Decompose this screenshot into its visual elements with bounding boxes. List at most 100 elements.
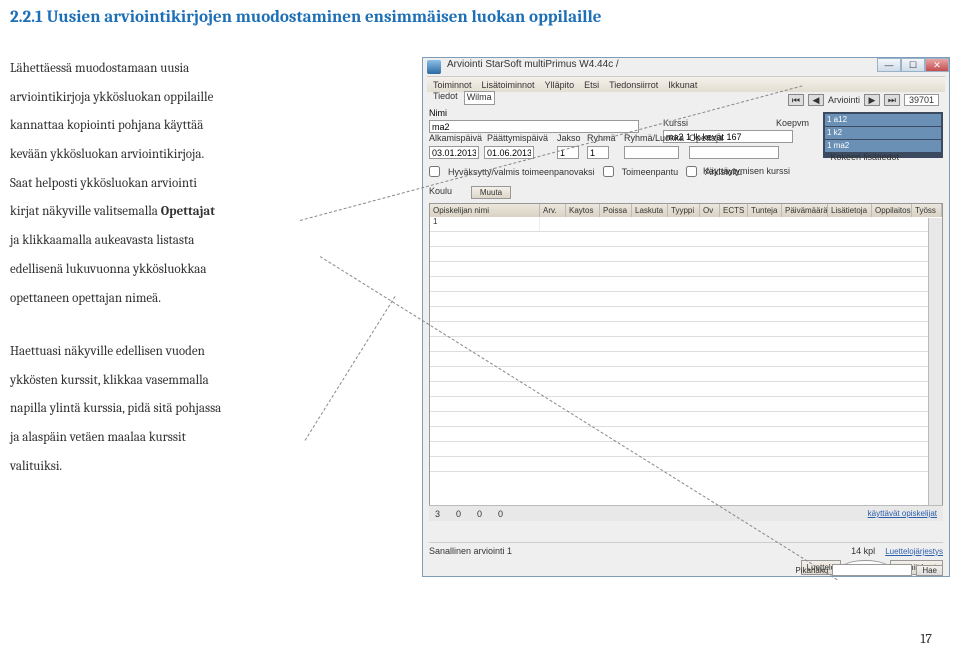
grades-table: Opiskelijan nimi Arv. Kaytos Poissa Lask… — [429, 203, 943, 521]
menu-item[interactable]: Lisätoiminnot — [482, 77, 535, 92]
th[interactable]: Opiskelijan nimi — [430, 204, 540, 217]
hae-button[interactable]: Hae — [916, 565, 943, 576]
table-header: Opiskelijan nimi Arv. Kaytos Poissa Lask… — [430, 204, 942, 217]
luettelojarjestys-link[interactable]: Luettelojärjestys — [885, 547, 943, 556]
para-line: opettaneen opettajan nimeä. — [10, 287, 410, 312]
vertical-scrollbar[interactable] — [928, 218, 942, 520]
rl-label: Ryhmä/Luokka — [624, 133, 684, 143]
para-line: ykkösten kurssit, klikkaa vasemmalla — [10, 369, 410, 394]
menu-item[interactable]: Etsi — [584, 77, 599, 92]
th[interactable]: Arv. — [540, 204, 566, 217]
para-text: kirjat näkyville valitsemalla — [10, 204, 161, 219]
table-row[interactable] — [430, 307, 942, 322]
app-screenshot: Arviointi StarSoft multiPrimus W4.44c / … — [422, 57, 950, 577]
menu-bar: Toiminnot Lisätoiminnot Ylläpito Etsi Ti… — [427, 76, 945, 92]
table-row[interactable] — [430, 352, 942, 367]
th[interactable]: Kaytos — [566, 204, 600, 217]
window-buttons: — ☐ ✕ — [877, 58, 949, 72]
pikahaku-input[interactable] — [832, 564, 912, 576]
table-row[interactable] — [430, 247, 942, 262]
app-icon — [427, 60, 441, 74]
koklisa-label: Kokeen lisätiedot — [830, 152, 899, 162]
th[interactable]: Ov — [700, 204, 720, 217]
nav-next-icon[interactable]: ▶ — [864, 94, 880, 106]
chk-hyvaksytty[interactable] — [429, 166, 440, 177]
nav-last-icon[interactable]: ⏭ — [884, 94, 900, 106]
para-line: kevään ykkösluokan arviointikirjoja. — [10, 143, 410, 168]
nav-prev-icon[interactable]: ◀ — [808, 94, 824, 106]
th[interactable]: Päivämäärä — [782, 204, 828, 217]
chk-arkistoitu[interactable] — [686, 166, 697, 177]
th[interactable]: Poissa — [600, 204, 632, 217]
table-row[interactable] — [430, 277, 942, 292]
window-title: Arviointi StarSoft multiPrimus W4.44c / — [447, 59, 619, 70]
th[interactable]: Oppilaitos — [872, 204, 912, 217]
subtab-tiedot[interactable]: Tiedot — [433, 91, 458, 105]
table-row[interactable] — [430, 367, 942, 382]
th[interactable]: Työss — [912, 204, 942, 217]
alkmp-label: Alkamispäivä — [429, 133, 482, 143]
nav-first-icon[interactable]: ⏮ — [788, 94, 804, 106]
ryhma-input[interactable] — [587, 146, 609, 159]
nimi-input[interactable] — [429, 120, 639, 133]
arviointi-label: Arviointi — [828, 95, 860, 105]
status-num: 0 — [477, 509, 482, 519]
th[interactable]: ECTS — [720, 204, 748, 217]
para-line: Saat helposti ykkösluokan arviointi — [10, 172, 410, 197]
rl-input[interactable] — [624, 146, 679, 159]
table-row[interactable] — [430, 427, 942, 442]
nimi-label: Nimi — [429, 108, 447, 118]
koulu-label: Koulu — [429, 186, 452, 196]
maximize-button[interactable]: ☐ — [901, 58, 925, 72]
checkbox-row: Hyväksytty/valmis toimeenpanovaksi Toime… — [429, 166, 742, 177]
jakso-label: Jakso — [557, 133, 581, 143]
subtab-wilma[interactable]: Wilma — [464, 91, 495, 105]
class-row[interactable]: 1 ma2 — [825, 140, 941, 152]
class-row[interactable]: 1 k2 — [825, 127, 941, 139]
arviointi-count: 39701 — [904, 94, 939, 106]
table-row[interactable] — [430, 442, 942, 457]
status-num: 3 — [435, 509, 440, 519]
table-row[interactable] — [430, 262, 942, 277]
th[interactable]: Laskuta — [632, 204, 668, 217]
chk2-label: Toimeenpantu — [622, 167, 679, 177]
chk-toimeenpantu[interactable] — [603, 166, 614, 177]
th[interactable]: Lisätietoja — [828, 204, 872, 217]
para-line: arviointikirjoja ykkösluokan oppilaille — [10, 86, 410, 111]
body-text-column: Lähettäessä muodostamaan uusia arviointi… — [10, 57, 410, 577]
menu-item[interactable]: Ikkunat — [668, 77, 697, 92]
muuta-button[interactable]: Muuta — [471, 186, 511, 199]
table-row[interactable] — [430, 382, 942, 397]
minimize-button[interactable]: — — [877, 58, 901, 72]
th[interactable]: Tunteja — [748, 204, 782, 217]
para-line: ja alaspäin vetäen maalaa kurssit — [10, 426, 410, 451]
menu-item[interactable]: Toiminnot — [433, 77, 472, 92]
paatp-input[interactable] — [484, 146, 534, 159]
status-num: 0 — [456, 509, 461, 519]
para-line: ja klikkaamalla aukeavasta listasta — [10, 229, 410, 254]
table-row[interactable] — [430, 457, 942, 472]
bottom-bar: Sanallinen arviointi 1 14 kpl Luettelojä… — [429, 542, 943, 574]
opettajat-bold: Opettajat — [161, 204, 215, 219]
alkmp-input[interactable] — [429, 146, 479, 159]
menu-item[interactable]: Tiedonsiirrot — [609, 77, 658, 92]
kpl-count: 14 kpl — [851, 546, 875, 556]
content-row: Lähettäessä muodostamaan uusia arviointi… — [0, 27, 960, 577]
table-row[interactable] — [430, 322, 942, 337]
para-line: Lähettäessä muodostamaan uusia — [10, 57, 410, 82]
table-row[interactable] — [430, 292, 942, 307]
table-row[interactable] — [430, 412, 942, 427]
status-row: 3 0 0 0 käyttävät opiskelijat — [429, 505, 943, 521]
menu-item[interactable]: Ylläpito — [545, 77, 575, 92]
kayttavat-link[interactable]: käyttävät opiskelijat — [868, 509, 937, 518]
table-row[interactable]: 1 — [430, 217, 942, 232]
table-row[interactable] — [430, 337, 942, 352]
table-row[interactable] — [430, 232, 942, 247]
th[interactable]: Tyyppi — [668, 204, 700, 217]
class-row[interactable]: 1 a12 — [825, 114, 941, 126]
koepvm-label: Koepvm — [776, 118, 809, 128]
table-row[interactable] — [430, 397, 942, 412]
opettaja-input[interactable] — [689, 146, 779, 159]
arviointi-nav: ⏮ ◀ Arviointi ▶ ⏭ 39701 — [788, 94, 939, 106]
close-button[interactable]: ✕ — [925, 58, 949, 72]
